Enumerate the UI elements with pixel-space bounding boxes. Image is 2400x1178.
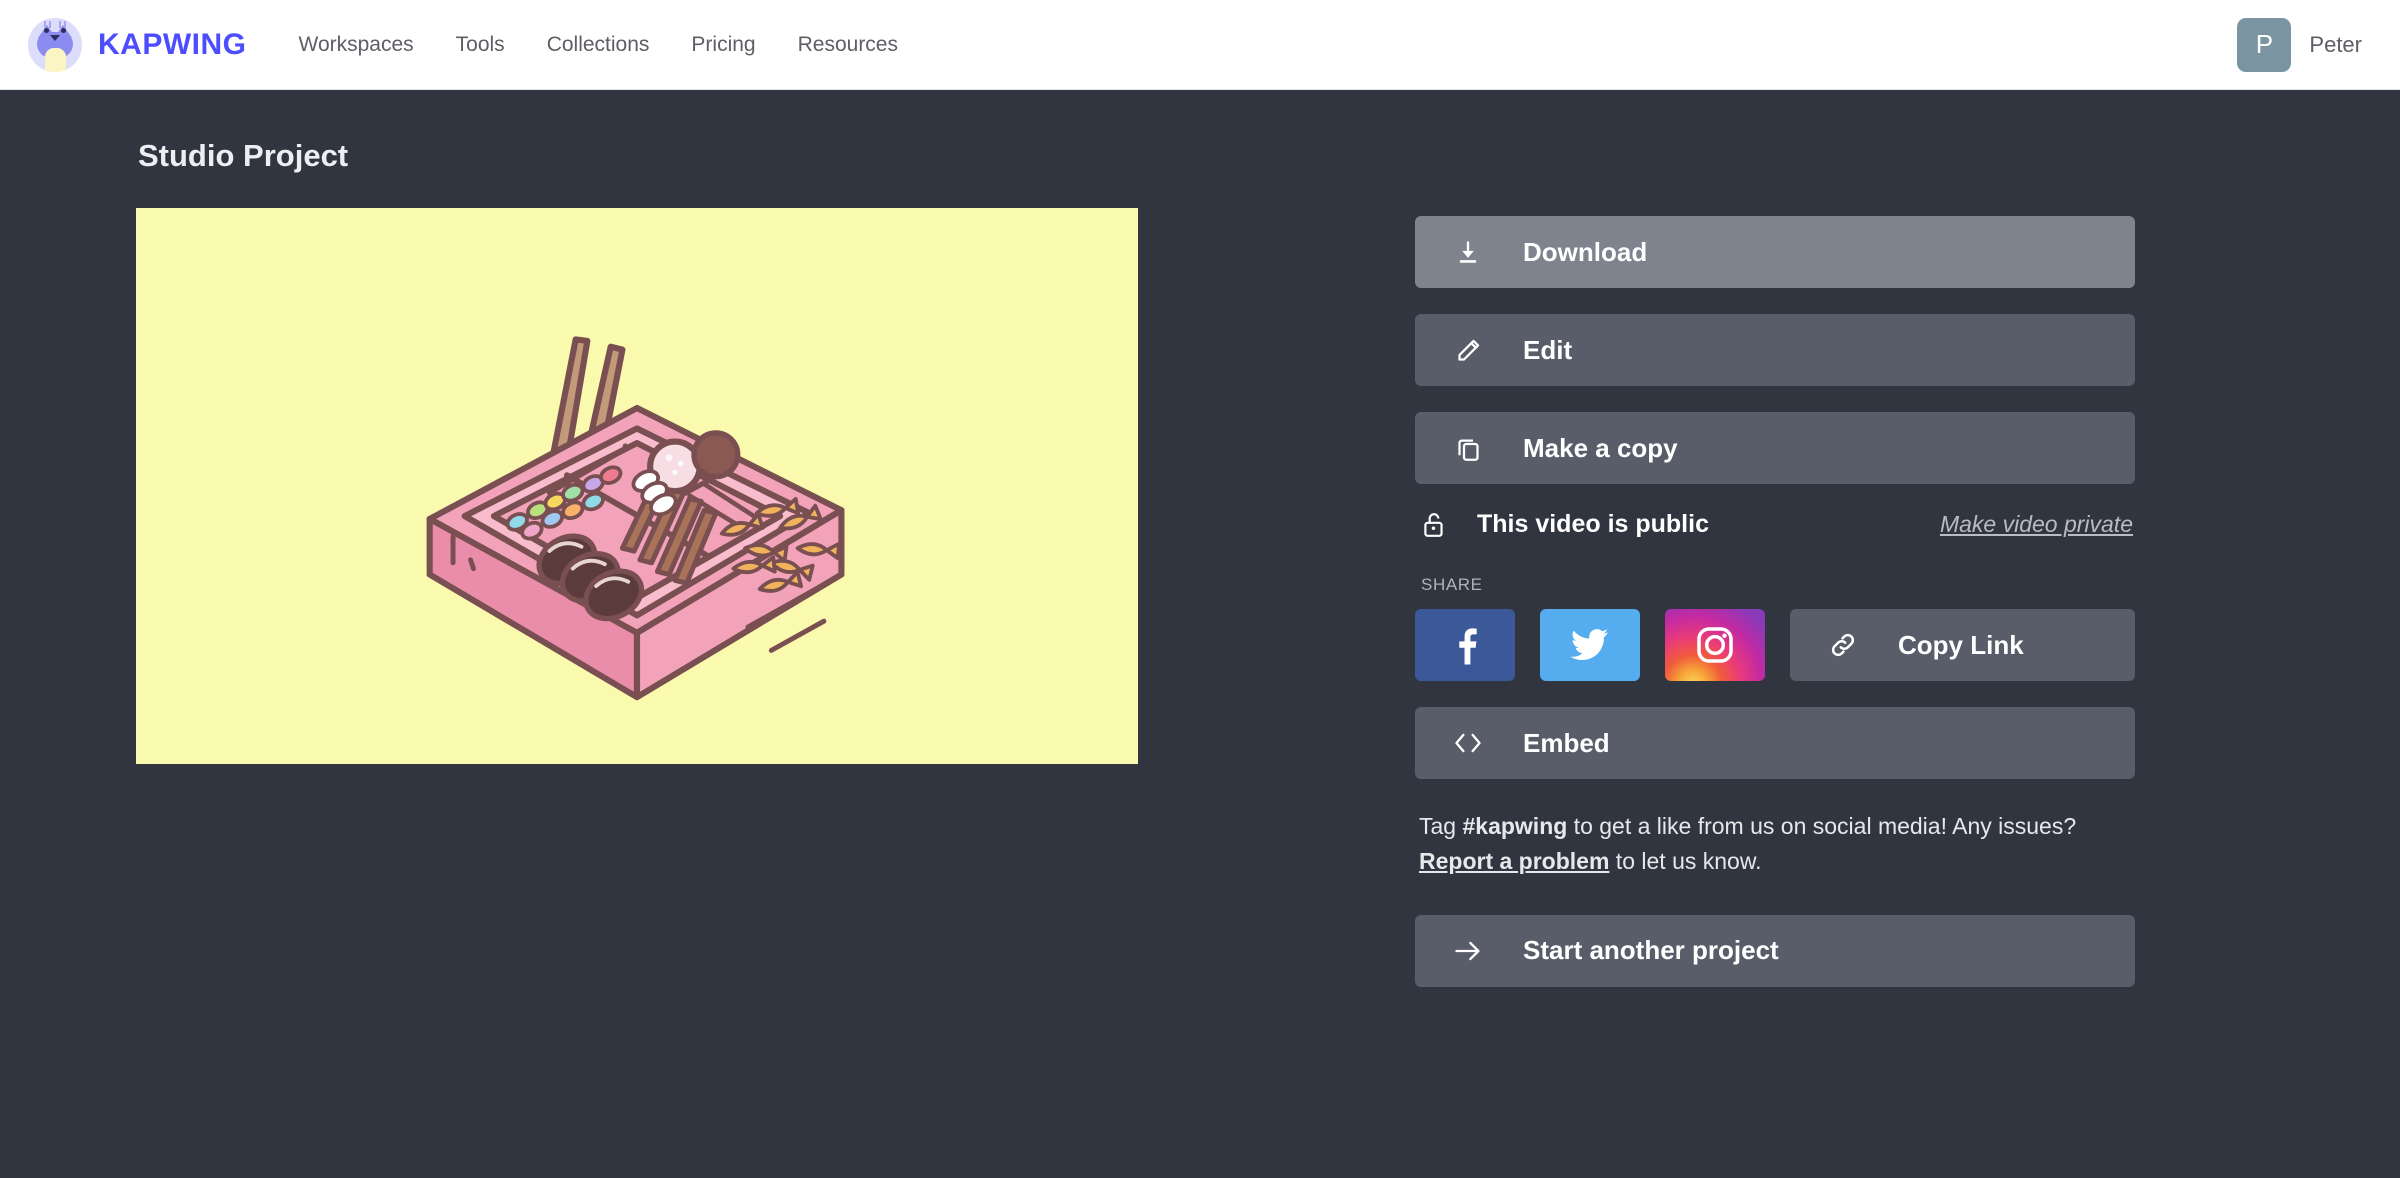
download-icon — [1453, 238, 1483, 266]
share-row: Copy Link — [1415, 609, 2135, 681]
brand-name: KAPWING — [98, 27, 247, 61]
report-a-problem-link[interactable]: Report a problem — [1419, 848, 1609, 874]
instagram-icon — [1695, 625, 1735, 665]
unlocked-padlock-icon — [1421, 511, 1447, 539]
facebook-icon — [1447, 625, 1483, 665]
brand-logo[interactable]: KAPWING — [28, 17, 247, 72]
make-video-private-link[interactable]: Make video private — [1940, 511, 2135, 538]
note-part-2: to get a like from us on social media! A… — [1567, 813, 2077, 839]
copy-link-button[interactable]: Copy Link — [1790, 609, 2135, 681]
start-another-project-button[interactable]: Start another project — [1415, 914, 2135, 987]
edit-label: Edit — [1523, 334, 1573, 365]
account-menu[interactable]: P Peter — [2237, 17, 2362, 72]
tag-note: Tag #kapwing to get a like from us on so… — [1419, 809, 2099, 879]
avatar: P — [2237, 17, 2292, 72]
twitter-icon — [1570, 627, 1610, 663]
duplicate-icon — [1453, 435, 1483, 462]
copy-link-label: Copy Link — [1898, 629, 2024, 660]
cat-avatar-icon — [28, 17, 82, 72]
privacy-status: This video is public — [1477, 510, 1709, 538]
privacy-row: This video is public Make video private — [1421, 510, 2135, 539]
download-button[interactable]: Download — [1415, 216, 2135, 288]
nav-item-resources[interactable]: Resources — [798, 33, 898, 57]
embed-label: Embed — [1523, 727, 1610, 758]
actions-column: Download Edit Make a copy This video is … — [1415, 138, 2135, 1013]
nav-item-tools[interactable]: Tools — [456, 33, 505, 57]
preview-column: Studio Project — [135, 138, 1415, 764]
pencil-icon — [1453, 337, 1483, 364]
main-content: Studio Project Download Edit Make a copy… — [0, 90, 2400, 1013]
note-part-1: Tag — [1419, 813, 1463, 839]
chain-link-icon — [1828, 630, 1858, 660]
page-title: Studio Project — [138, 138, 349, 173]
share-label: SHARE — [1421, 575, 1483, 594]
code-brackets-icon — [1453, 730, 1483, 756]
nav-item-pricing[interactable]: Pricing — [691, 33, 755, 57]
video-preview[interactable] — [136, 208, 1138, 764]
nav-item-collections[interactable]: Collections — [547, 33, 650, 57]
site-header: KAPWING Workspaces Tools Collections Pri… — [0, 0, 2400, 90]
start-another-project-label: Start another project — [1523, 935, 1779, 966]
facebook-share-button[interactable] — [1415, 609, 1515, 681]
note-hashtag: #kapwing — [1462, 813, 1568, 839]
make-a-copy-label: Make a copy — [1523, 432, 1678, 463]
download-label: Download — [1523, 236, 1648, 267]
arrow-right-icon — [1453, 938, 1483, 964]
twitter-share-button[interactable] — [1540, 609, 1640, 681]
bento-box-illustration — [426, 336, 845, 701]
make-a-copy-button[interactable]: Make a copy — [1415, 412, 2135, 484]
primary-nav: Workspaces Tools Collections Pricing Res… — [299, 33, 899, 57]
embed-button[interactable]: Embed — [1415, 707, 2135, 779]
account-name: Peter — [2309, 31, 2362, 57]
note-part-3: to let us know. — [1609, 847, 1762, 874]
instagram-share-button[interactable] — [1665, 609, 1765, 681]
edit-button[interactable]: Edit — [1415, 314, 2135, 386]
nav-item-workspaces[interactable]: Workspaces — [299, 33, 414, 57]
